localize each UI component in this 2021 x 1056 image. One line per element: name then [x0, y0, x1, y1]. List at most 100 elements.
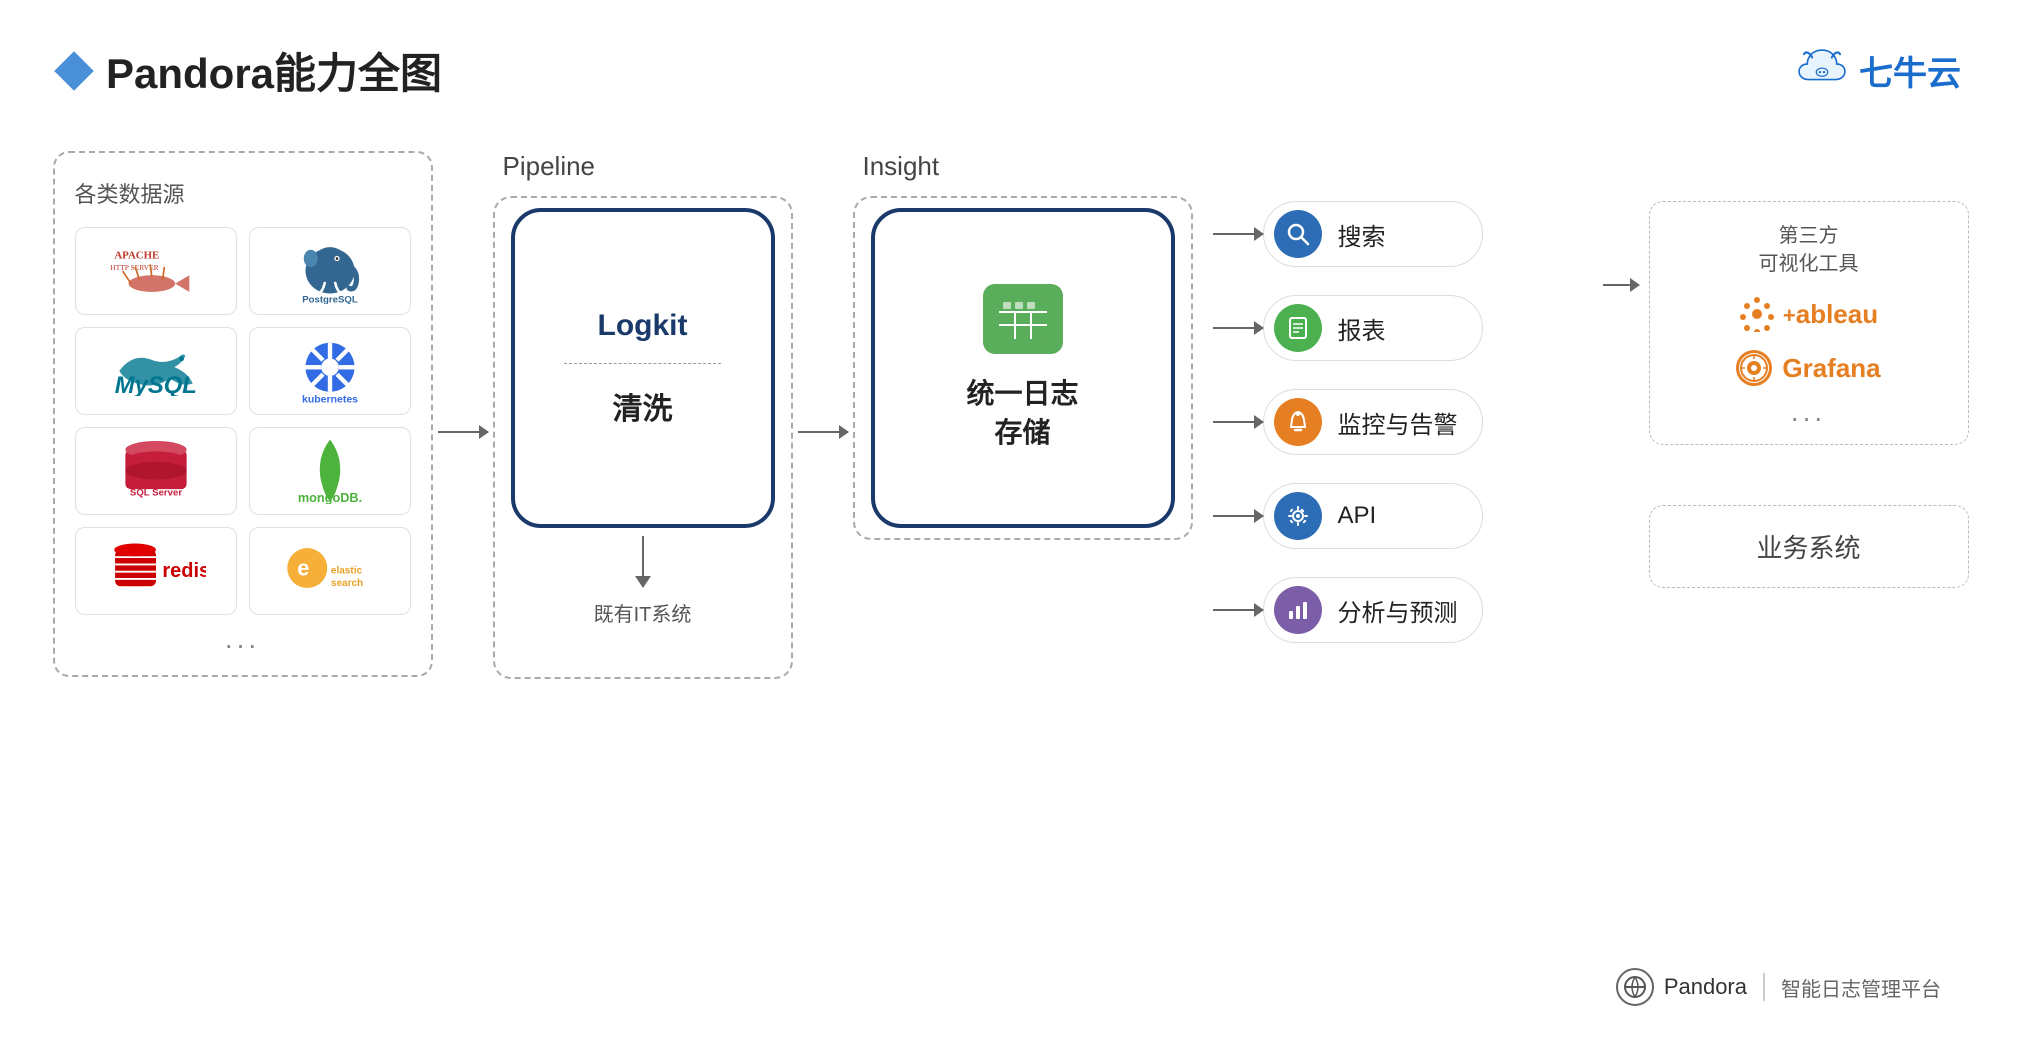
page-title: Pandora能力全图: [60, 40, 442, 101]
pandora-circle-icon: [1616, 968, 1654, 1006]
output-arrow-search: [1213, 233, 1263, 235]
grafana-text: Grafana: [1782, 353, 1880, 384]
output-row-search: 搜索: [1213, 201, 1573, 267]
analysis-label: 分析与预测: [1338, 593, 1458, 628]
monitor-label: 监控与告警: [1338, 405, 1458, 440]
biz-box: 业务系统: [1649, 505, 1969, 588]
footer-tagline: 智能日志管理平台: [1781, 973, 1941, 1002]
api-pill-icon: [1274, 492, 1322, 540]
insight-icon: [983, 284, 1063, 354]
diamond-icon: [54, 51, 94, 91]
existing-it-label: 既有IT系统: [511, 598, 775, 627]
elasticsearch-logo-cell: e elastic search: [249, 527, 411, 615]
svg-text:APACHE: APACHE: [114, 249, 159, 261]
qiniu-logo: 七牛云: [1797, 46, 1961, 96]
arrow-pipeline-to-insight: [793, 431, 853, 433]
output-arrow-monitor: [1213, 421, 1263, 423]
datasources-dots: ...: [75, 623, 411, 655]
biz-label: 业务系统: [1756, 528, 1860, 565]
third-arrow-1: [1603, 284, 1639, 286]
pill-search: 搜索: [1263, 201, 1483, 267]
report-pill-icon: [1274, 304, 1322, 352]
output-section: 搜索 报表: [1213, 201, 1573, 643]
pipeline-label: Pipeline: [493, 151, 793, 182]
pandora-footer-logo: Pandora: [1616, 968, 1747, 1006]
svg-text:PostgreSQL: PostgreSQL: [302, 294, 358, 304]
thirdparty-row: 第三方 可视化工具: [1603, 201, 1969, 588]
sqlserver-logo-cell: SQL Server: [75, 427, 237, 515]
mysql-logo-cell: MySQL: [75, 327, 237, 415]
output-row-analysis: 分析与预测: [1213, 577, 1573, 643]
datasources-box: 各类数据源 APACHE HTTP SERVER: [53, 151, 433, 677]
insight-box: 统一日志存储: [871, 208, 1175, 528]
footer-divider: [1763, 973, 1765, 1001]
svg-text:kubernetes: kubernetes: [301, 393, 357, 404]
page-wrapper: Pandora能力全图 七牛云: [0, 0, 2021, 1056]
tableau-text: +ableau: [1783, 299, 1878, 330]
mongodb-logo-cell: mongoDB.: [249, 427, 411, 515]
output-arrow-analysis: [1213, 609, 1263, 611]
pipeline-down-line: [642, 536, 644, 576]
svg-text:e: e: [297, 555, 309, 580]
output-row-monitor: 监控与告警: [1213, 389, 1573, 455]
search-label: 搜索: [1338, 217, 1386, 252]
thirdparty-dots: ...: [1676, 396, 1942, 428]
logo-grid: APACHE HTTP SERVER: [75, 227, 411, 615]
redis-logo-cell: redis: [75, 527, 237, 615]
thirdparty-title: 第三方 可视化工具: [1676, 222, 1942, 278]
pipeline-outer-box: Logkit 清洗 既有IT系统: [493, 196, 793, 679]
k8s-logo-cell: kubernetes: [249, 327, 411, 415]
arrow-line-2: [798, 431, 848, 433]
svg-text:mongoDB.: mongoDB.: [297, 490, 361, 504]
thirdparty-wrapper: 第三方 可视化工具: [1649, 201, 1969, 588]
logkit-sub: 清洗: [613, 384, 673, 428]
datasources-section: 各类数据源 APACHE HTTP SERVER: [53, 151, 433, 677]
thirdparty-upper-box: 第三方 可视化工具: [1649, 201, 1969, 445]
report-label: 报表: [1338, 311, 1386, 346]
qiniu-icon: [1797, 46, 1847, 96]
pipeline-down-arrow-head: [635, 576, 651, 588]
output-arrow-report: [1213, 327, 1263, 329]
insight-section: Insight: [853, 151, 1193, 540]
footer-brand: Pandora: [1664, 974, 1747, 1000]
datasources-label: 各类数据源: [75, 177, 411, 209]
output-arrow-api: [1213, 515, 1263, 517]
postgres-logo-cell: PostgreSQL: [249, 227, 411, 315]
qiniu-text: 七牛云: [1859, 46, 1961, 95]
insight-storage-text: 统一日志存储: [966, 374, 1078, 452]
tableau-area: +ableau: [1676, 296, 1942, 332]
svg-text:search: search: [330, 578, 362, 589]
footer: Pandora 智能日志管理平台: [1616, 968, 1941, 1006]
logkit-title: Logkit: [598, 309, 688, 343]
tableau-logo: +ableau: [1739, 296, 1878, 332]
biz-row: 业务系统: [1649, 475, 1969, 588]
api-label: API: [1338, 502, 1377, 530]
svg-text:redis: redis: [162, 560, 206, 582]
logkit-box: Logkit 清洗: [511, 208, 775, 528]
arrow-line-1: [438, 431, 488, 433]
svg-text:SQL Server: SQL Server: [129, 487, 181, 498]
pill-analysis: 分析与预测: [1263, 577, 1483, 643]
insight-outer-box: 统一日志存储: [853, 196, 1193, 540]
arrow-ds-to-pipeline: [433, 431, 493, 433]
grafana-icon: [1736, 350, 1772, 386]
pill-api: API: [1263, 483, 1483, 549]
apache-logo-cell: APACHE HTTP SERVER: [75, 227, 237, 315]
header: Pandora能力全图 七牛云: [60, 40, 1961, 101]
pipeline-section: Pipeline Logkit 清洗 既有IT系统: [493, 151, 793, 679]
output-row-api: API: [1213, 483, 1573, 549]
grafana-area: Grafana: [1676, 350, 1942, 386]
right-panel: 第三方 可视化工具: [1603, 201, 1969, 588]
monitor-pill-icon: [1274, 398, 1322, 446]
insight-label: Insight: [853, 151, 1193, 182]
svg-text:elastic: elastic: [330, 566, 362, 577]
pill-report: 报表: [1263, 295, 1483, 361]
logkit-divider: [564, 363, 721, 364]
analysis-pill-icon: [1274, 586, 1322, 634]
title-text: Pandora能力全图: [106, 40, 442, 101]
search-pill-icon: [1274, 210, 1322, 258]
pill-monitor: 监控与告警: [1263, 389, 1483, 455]
output-row-report: 报表: [1213, 295, 1573, 361]
diagram: 各类数据源 APACHE HTTP SERVER: [60, 151, 1961, 679]
pipeline-down-arrow: [511, 536, 775, 588]
